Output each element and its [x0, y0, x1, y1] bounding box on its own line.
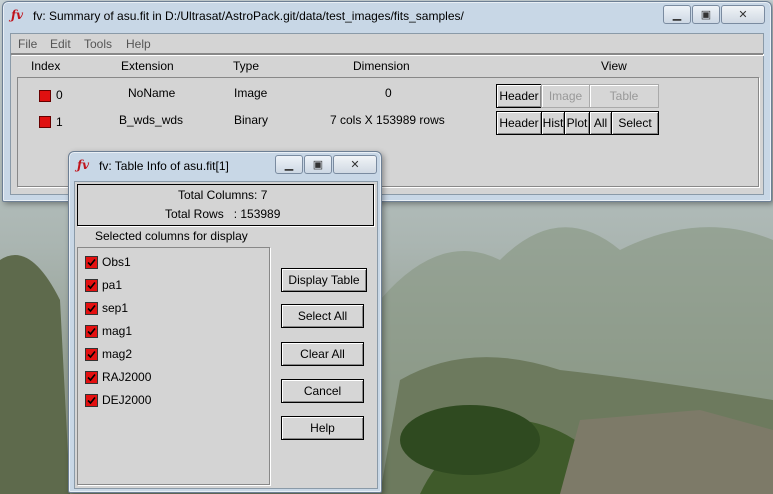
- row1-plot-button[interactable]: Plot: [564, 111, 590, 135]
- row0-extension: NoName: [128, 86, 176, 100]
- column-label-pa1: pa1: [102, 278, 123, 292]
- column-checkbox[interactable]: [85, 279, 98, 292]
- maximize-icon: ▣: [700, 9, 712, 21]
- row0-header-button[interactable]: Header: [496, 84, 542, 108]
- clear-all-button[interactable]: Clear All: [281, 342, 364, 366]
- cancel-button[interactable]: Cancel: [281, 379, 364, 403]
- summary-title: fv: Summary of asu.fit in D:/Ultrasat/As…: [33, 9, 464, 23]
- summary-titlebar[interactable]: ƒv fv: Summary of asu.fit in D:/Ultrasat…: [3, 2, 771, 28]
- column-checkbox[interactable]: [85, 256, 98, 269]
- row1-all-button[interactable]: All: [589, 111, 612, 135]
- minimize-icon: ▁: [284, 159, 294, 171]
- column-label-mag2: mag2: [102, 347, 133, 361]
- row1-dimension: 7 cols X 153989 rows: [330, 113, 445, 127]
- column-label-dej2000: DEJ2000: [102, 393, 152, 407]
- row1-hist-button[interactable]: Hist: [541, 111, 565, 135]
- row1-extension: B_wds_wds: [119, 113, 184, 127]
- column-label-raj2000: RAJ2000: [102, 370, 152, 384]
- row1-type: Binary: [234, 113, 269, 127]
- row1-header-button[interactable]: Header: [496, 111, 542, 135]
- maximize-icon: ▣: [312, 159, 324, 171]
- fv-logo-icon: ƒv: [77, 158, 90, 172]
- column-checkbox[interactable]: [85, 394, 98, 407]
- menu-help[interactable]: Help: [126, 37, 151, 51]
- total-rows: Total Rows : 153989: [165, 207, 281, 221]
- hdu-select-marker[interactable]: [39, 116, 51, 128]
- col-header-extension: Extension: [121, 59, 174, 73]
- column-label-sep1: sep1: [102, 301, 129, 315]
- menu-edit[interactable]: Edit: [50, 37, 71, 51]
- row0-image-button[interactable]: Image: [541, 84, 590, 108]
- menu-divider: [11, 53, 763, 55]
- minimize-button[interactable]: ▁: [663, 5, 691, 24]
- row0-dimension: 0: [385, 86, 392, 100]
- column-checkbox[interactable]: [85, 348, 98, 361]
- menubar: File Edit Tools Help: [11, 34, 763, 54]
- close-icon: ✕: [350, 159, 360, 171]
- help-button[interactable]: Help: [281, 416, 364, 440]
- column-label-mag1: mag1: [102, 324, 133, 338]
- minimize-button[interactable]: ▁: [275, 155, 303, 174]
- column-checkbox[interactable]: [85, 302, 98, 315]
- column-label-obs1: Obs1: [102, 255, 131, 269]
- close-button[interactable]: ✕: [333, 155, 377, 174]
- col-header-dimension: Dimension: [353, 59, 410, 73]
- maximize-button[interactable]: ▣: [304, 155, 332, 174]
- row0-table-button[interactable]: Table: [589, 84, 659, 108]
- table-info-title: fv: Table Info of asu.fit[1]: [99, 159, 229, 173]
- row0-type: Image: [234, 86, 268, 100]
- maximize-button[interactable]: ▣: [692, 5, 720, 24]
- table-info-titlebar[interactable]: ƒv fv: Table Info of asu.fit[1] ▁ ▣ ✕: [69, 152, 381, 178]
- column-checkbox[interactable]: [85, 325, 98, 338]
- table-info-window: ƒv fv: Table Info of asu.fit[1] ▁ ▣ ✕ To…: [68, 151, 382, 493]
- col-header-view: View: [601, 59, 627, 73]
- hdu-select-marker[interactable]: [39, 90, 51, 102]
- display-table-button[interactable]: Display Table: [281, 268, 367, 292]
- col-header-index: Index: [31, 59, 61, 73]
- table-info-client: Total Columns: 7 Total Rows : 153989 Sel…: [74, 181, 378, 489]
- menu-file[interactable]: File: [18, 37, 37, 51]
- minimize-icon: ▁: [672, 9, 682, 21]
- select-all-button[interactable]: Select All: [281, 304, 364, 328]
- selected-columns-label: Selected columns for display: [95, 229, 248, 243]
- menu-tools[interactable]: Tools: [84, 37, 112, 51]
- close-icon: ✕: [738, 9, 748, 21]
- total-columns: Total Columns: 7: [178, 188, 268, 202]
- row0-index: 0: [56, 88, 63, 102]
- row1-select-button[interactable]: Select: [611, 111, 659, 135]
- close-button[interactable]: ✕: [721, 5, 765, 24]
- row1-index: 1: [56, 115, 63, 129]
- col-header-type: Type: [233, 59, 260, 73]
- fv-logo-icon: ƒv: [11, 8, 24, 22]
- column-checkbox[interactable]: [85, 371, 98, 384]
